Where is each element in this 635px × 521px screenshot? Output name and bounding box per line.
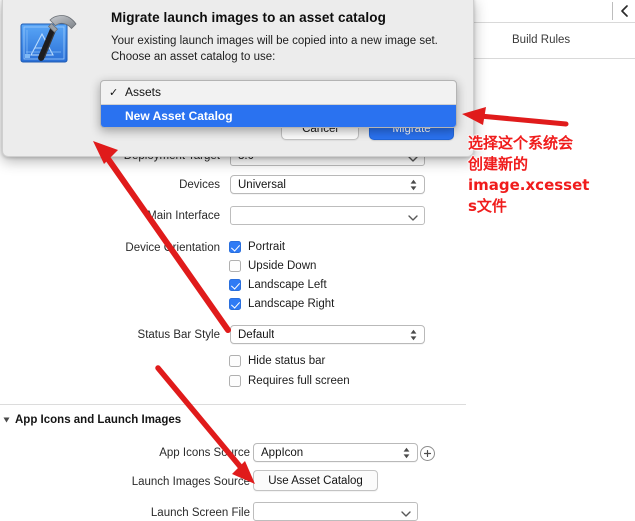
checkmark-icon: ✓ <box>109 86 119 99</box>
use-asset-catalog-button[interactable]: Use Asset Catalog <box>253 470 378 491</box>
checkbox-label: Landscape Left <box>248 279 327 291</box>
chevron-down-icon <box>408 212 418 221</box>
checkbox-label: Landscape Right <box>248 298 335 310</box>
app-icons-source-label: App Icons Source <box>159 447 250 459</box>
checkbox-portrait[interactable]: Portrait <box>229 241 285 253</box>
migrate-launch-images-sheet: Migrate launch images to an asset catalo… <box>2 0 474 157</box>
devices-label: Devices <box>179 179 220 191</box>
sheet-body: Your existing launch images will be copi… <box>111 34 461 65</box>
editor-tab-bar: Build Rules <box>466 0 635 60</box>
checkbox-label: Portrait <box>248 241 286 253</box>
launch-screen-file-label: Launch Screen File <box>150 507 250 519</box>
xcode-hammer-blueprint-icon <box>17 10 83 72</box>
device-orientation-label: Device Orientation <box>125 242 220 254</box>
annotation-note-line-4: s文件 <box>468 197 507 215</box>
annotation-note-line-3: image.xcesset <box>468 176 590 194</box>
checkbox-box <box>229 279 241 291</box>
asset-catalog-dropdown-menu[interactable]: ✓ Assets New Asset Catalog <box>100 80 457 128</box>
sheet-title: Migrate launch images to an asset catalo… <box>111 10 386 25</box>
menu-item-label: New Asset Catalog <box>125 109 233 123</box>
checkbox-upside-down[interactable]: Upside Down <box>229 260 316 272</box>
tab-build-rules[interactable]: Build Rules <box>512 34 570 46</box>
section-divider <box>0 404 466 405</box>
launch-images-source-label: Launch Images Source <box>131 476 250 488</box>
main-interface-field[interactable] <box>230 206 425 225</box>
plus-circle-icon[interactable] <box>420 446 435 461</box>
checkbox-label: Requires full screen <box>248 375 350 387</box>
sheet-body-line-2: Choose an asset catalog to use: <box>111 50 276 63</box>
checkbox-box <box>229 375 241 387</box>
chevron-down-icon <box>401 508 411 517</box>
tab-bar-bottom-divider <box>466 58 635 59</box>
checkbox-hide-status-bar[interactable]: Hide status bar <box>229 355 325 367</box>
status-bar-style-value: Default <box>238 328 275 341</box>
status-bar-style-select[interactable]: Default <box>230 325 425 344</box>
section-header-app-icons[interactable]: App Icons and Launch Images <box>3 414 182 426</box>
menu-item-assets[interactable]: ✓ Assets <box>101 81 456 103</box>
stepper-arrows-icon <box>409 178 418 191</box>
toolbar-divider <box>612 2 613 20</box>
tab-bar-top-divider <box>466 22 635 23</box>
checkbox-label: Upside Down <box>248 260 317 272</box>
checkbox-box <box>229 298 241 310</box>
chevron-left-icon[interactable] <box>618 4 632 18</box>
menu-item-new-asset-catalog[interactable]: New Asset Catalog <box>101 105 456 127</box>
annotation-note-text: 选择这个系统会 创建新的 image.xcesset s文件 <box>468 133 635 217</box>
checkbox-box <box>229 260 241 272</box>
checkbox-landscape-left[interactable]: Landscape Left <box>229 279 327 291</box>
annotation-note-line-1: 选择这个系统会 <box>468 134 574 152</box>
sheet-body-line-1: Your existing launch images will be copi… <box>111 35 438 47</box>
app-icons-source-value: AppIcon <box>261 446 304 459</box>
section-title: App Icons and Launch Images <box>15 414 182 426</box>
checkbox-label: Hide status bar <box>248 355 326 367</box>
status-bar-style-label: Status Bar Style <box>137 329 220 341</box>
disclosure-triangle-icon <box>3 417 10 423</box>
checkbox-landscape-right[interactable]: Landscape Right <box>229 298 334 310</box>
launch-screen-file-field[interactable] <box>253 502 418 521</box>
stepper-arrows-icon <box>409 328 418 341</box>
checkbox-requires-full-screen[interactable]: Requires full screen <box>229 375 350 387</box>
stepper-arrows-icon <box>402 446 411 459</box>
checkbox-box <box>229 241 241 253</box>
devices-select[interactable]: Universal <box>230 175 425 194</box>
devices-value: Universal <box>238 178 286 191</box>
app-icons-source-select[interactable]: AppIcon <box>253 443 418 462</box>
annotation-note-line-2: 创建新的 <box>468 155 529 173</box>
checkbox-box <box>229 355 241 367</box>
main-interface-label: Main Interface <box>147 210 220 222</box>
